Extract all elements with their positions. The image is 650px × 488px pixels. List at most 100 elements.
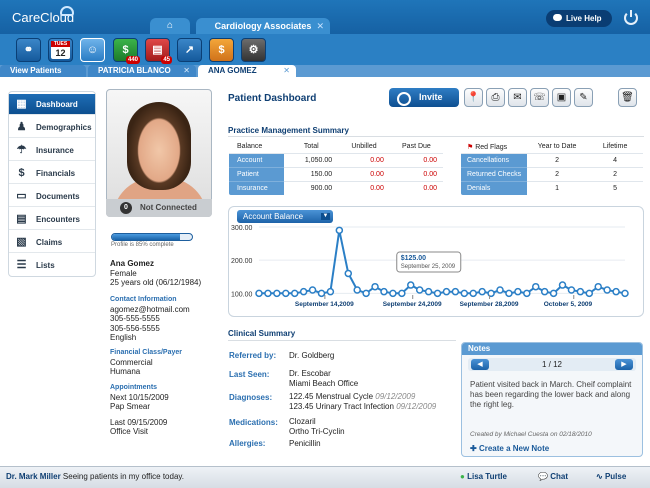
data-point <box>442 287 451 296</box>
data-point <box>505 289 513 298</box>
tab-patricia-blanco[interactable]: PATRICIA BLANCO ✕ <box>88 65 196 77</box>
chart-select-value: Account Balance <box>243 212 304 221</box>
patients-icon[interactable]: ☺ <box>80 38 105 62</box>
red-flags-header: ⚑ Red Flags <box>461 140 527 154</box>
data-point <box>299 287 308 296</box>
umbrella-icon: ☂ <box>16 144 27 156</box>
prev-note-button[interactable]: ◀ <box>471 359 489 370</box>
data-point <box>415 286 424 294</box>
table-cell: 900.00 <box>284 181 339 195</box>
y-tick-label: 200.00 <box>231 258 253 265</box>
network-icon[interactable]: ⚭ <box>16 38 41 62</box>
chart-type-select[interactable]: Account Balance ▼ <box>237 210 333 223</box>
print-icon[interactable]: ⎙ <box>486 88 505 107</box>
next-appointment: Next 10/15/2009 <box>110 392 169 402</box>
billing-button[interactable]: $440 <box>113 38 140 64</box>
gear-icon[interactable]: ⚙ <box>241 38 266 62</box>
chat-button[interactable]: 💬 Chat <box>538 472 568 481</box>
data-point <box>264 289 272 298</box>
calendar-icon: TUES 12 <box>51 41 70 59</box>
table-cell: 150.00 <box>284 167 339 182</box>
last-appointment-type: Office Visit <box>110 427 148 436</box>
data-point <box>344 269 353 278</box>
folder-icon[interactable]: ▣ <box>552 88 571 107</box>
claims-button[interactable]: ▤ 45 <box>145 38 172 64</box>
data-point <box>290 289 299 298</box>
table-cell: 0.00 <box>389 153 443 168</box>
data-point <box>603 286 611 294</box>
medication-item: Ortho Tri-Cyclin <box>289 427 345 436</box>
edit-icon[interactable]: ✎ <box>574 88 593 107</box>
fax-icon[interactable]: ☏ <box>530 88 549 107</box>
sidebar: ▦ Dashboard ♟ Demographics ☂ Insurance $ Fin… <box>8 91 96 277</box>
table-cell: 0.00 <box>389 181 443 195</box>
sidebar-item-lists[interactable]: ☰ Lists <box>9 255 95 276</box>
divider <box>228 340 456 341</box>
patient-photo <box>106 89 212 217</box>
notes-page: 1 / 12 <box>541 360 562 369</box>
table-row: Insurance 900.00 0.00 0.00 <box>229 181 443 195</box>
close-icon[interactable]: ✕ <box>283 65 290 77</box>
user-name: Lisa Turtle <box>467 472 507 481</box>
tab-label: PATRICIA BLANCO <box>98 66 171 75</box>
money-bag-icon[interactable]: $ <box>209 38 234 62</box>
map-pin-icon[interactable]: 📍 <box>464 88 483 107</box>
connection-label: Not Connected <box>140 203 197 212</box>
pulse-button[interactable]: ∿ Pulse <box>596 472 626 481</box>
sidebar-item-demographics[interactable]: ♟ Demographics <box>9 117 95 138</box>
data-point <box>451 287 460 296</box>
calendar-day: TUES <box>51 41 70 47</box>
document-icon: ▭ <box>16 190 27 202</box>
sidebar-item-insurance[interactable]: ☂ Insurance <box>9 140 95 161</box>
power-icon[interactable] <box>624 10 638 25</box>
connection-status: 0 Not Connected <box>106 199 212 217</box>
trash-icon[interactable]: 🗑 <box>618 88 637 107</box>
x-tick-label: September 24,2009 <box>383 301 442 308</box>
data-point <box>255 289 263 298</box>
calendar-button[interactable]: TUES 12 <box>48 38 73 62</box>
appointments-label: Appointments <box>110 384 158 391</box>
table-header-row: Balance Total Unbilled Past Due <box>229 140 443 154</box>
create-note-link[interactable]: ✚ Create a New Note <box>470 444 549 453</box>
sidebar-item-label: Lists <box>36 261 55 270</box>
data-point <box>540 287 549 296</box>
table-cell: 1 <box>526 181 588 195</box>
close-icon[interactable]: ✕ <box>316 18 324 34</box>
tab-cardiology-associates[interactable]: Cardiology Associates ✕ <box>196 18 330 34</box>
sidebar-item-encounters[interactable]: ▤ Encounters <box>9 209 95 230</box>
sidebar-item-financials[interactable]: $ Financials <box>9 163 95 184</box>
next-note-button[interactable]: ▶ <box>615 359 633 370</box>
calendar-date: 12 <box>55 48 66 58</box>
patient-email[interactable]: agomez@hotmail.com <box>110 305 190 315</box>
profile-progress-bar <box>111 233 193 241</box>
sidebar-item-dashboard[interactable]: ▦ Dashboard <box>9 94 95 115</box>
data-point <box>407 281 415 289</box>
table-header: Balance <box>229 140 285 154</box>
sidebar-item-claims[interactable]: ▧ Claims <box>9 232 95 253</box>
status-message[interactable]: Seeing patients in my office today. <box>63 472 184 481</box>
sidebar-item-documents[interactable]: ▭ Documents <box>9 186 95 207</box>
data-point <box>531 282 540 291</box>
table-header: Total <box>284 140 339 154</box>
data-point <box>353 286 361 294</box>
divider <box>228 136 644 137</box>
referred-label: Referred by: <box>229 351 277 360</box>
data-point <box>567 286 576 294</box>
last-seen-doctor: Dr. Escobar <box>289 369 331 378</box>
sidebar-item-label: Claims <box>36 238 63 247</box>
live-help-button[interactable]: Live Help <box>546 10 612 27</box>
chat-label: Chat <box>550 472 568 481</box>
row-label: Cancellations <box>461 153 527 168</box>
analytics-icon[interactable]: ↗ <box>177 38 202 62</box>
allergies-label: Allergies: <box>229 439 266 448</box>
home-tab[interactable]: ⌂ <box>150 18 190 34</box>
user-presence[interactable]: ● Lisa Turtle <box>460 472 507 481</box>
invite-button[interactable]: Invite <box>389 88 459 107</box>
close-icon[interactable]: ✕ <box>183 65 190 77</box>
tab-ana-gomez[interactable]: ANA GOMEZ ✕ <box>198 65 296 78</box>
table-row: Denials 1 5 <box>461 181 643 195</box>
table-cell: 0.00 <box>338 181 390 195</box>
email-icon[interactable]: ✉ <box>508 88 527 107</box>
patient-language: English <box>110 333 137 342</box>
tab-view-patients[interactable]: View Patients <box>0 65 86 77</box>
